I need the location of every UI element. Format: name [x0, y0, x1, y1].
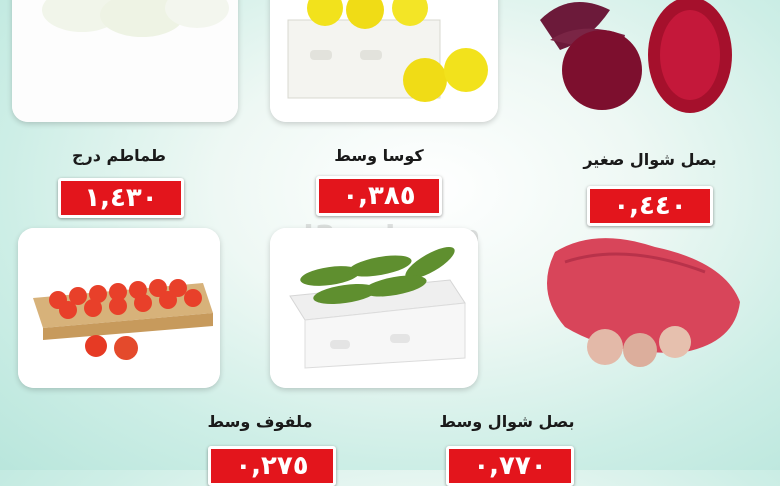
onion-sack-image	[547, 238, 740, 367]
product-name: بصل شوال وسط	[439, 412, 575, 431]
tomatoes-tile	[18, 228, 220, 388]
onion-sack-tile	[535, 232, 750, 382]
cabbage-image	[12, 0, 238, 122]
cucumbers-box-image	[270, 228, 478, 388]
beetroot-tile	[530, 0, 750, 128]
cabbage-tile	[12, 0, 238, 122]
beetroot-image	[540, 0, 732, 113]
lemons-tile	[270, 0, 498, 122]
product-name: ملفوف وسط	[207, 412, 313, 431]
product-name: طماطم درج	[72, 146, 166, 165]
product-name: كوسا وسط	[334, 146, 424, 165]
product-name: بصل شوال صغير	[583, 150, 717, 169]
tomatoes-box-image	[18, 228, 220, 388]
price-badge: ٠,٧٧٠	[446, 446, 574, 486]
price-badge: ١,٤٣٠	[58, 178, 184, 218]
cucumbers-tile	[270, 228, 478, 388]
price-badge: ٠,٣٨٥	[316, 176, 442, 216]
price-badge: ٠,٢٧٥	[208, 446, 336, 486]
price-badge: ٠,٤٤٠	[587, 186, 713, 226]
lemons-box-image	[270, 0, 498, 122]
